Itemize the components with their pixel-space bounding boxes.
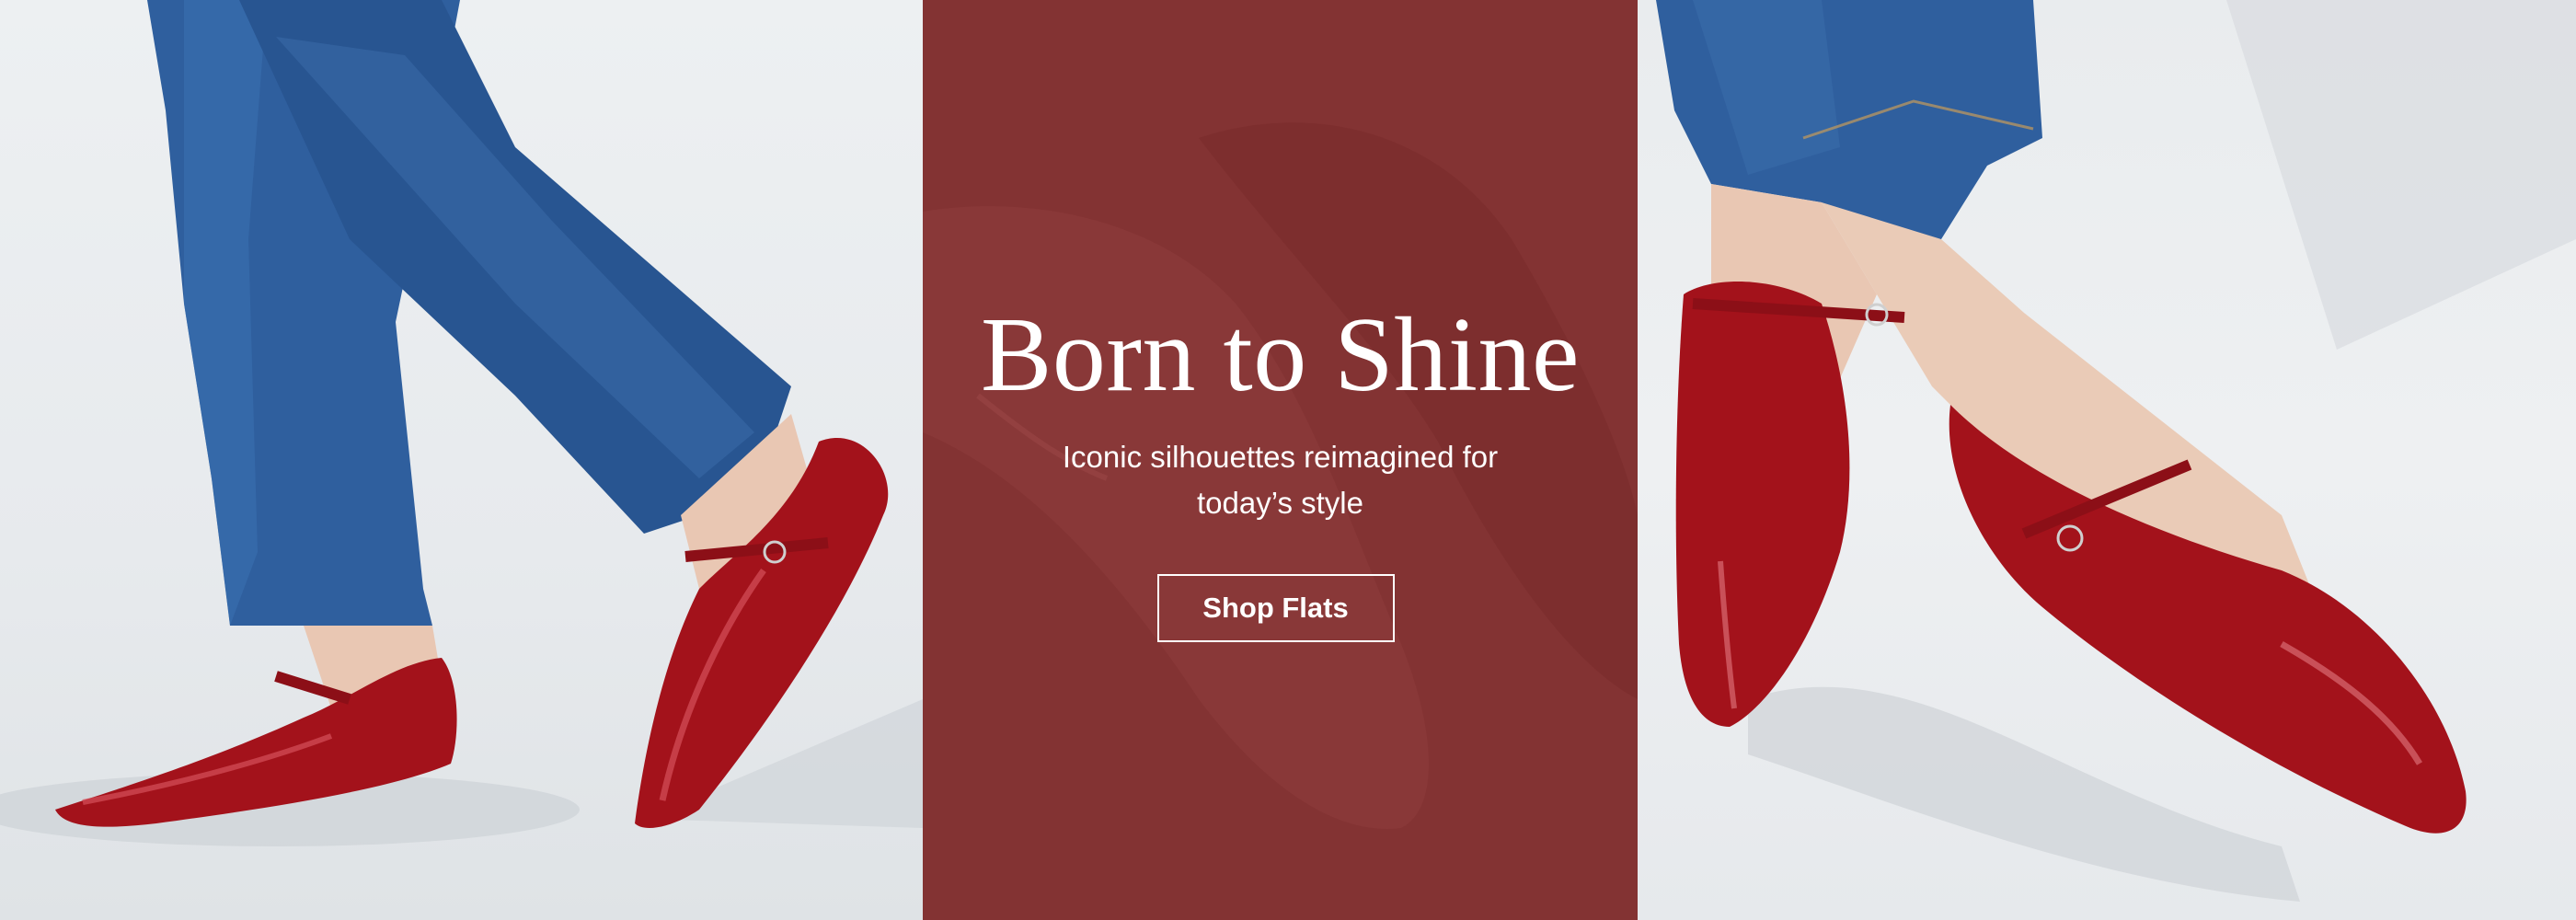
model-feet-red-flats-image [1656, 0, 2576, 902]
shop-flats-button[interactable]: Shop Flats [1156, 574, 1395, 642]
hero-subheadline: Iconic silhouettes reimagined for today’… [1062, 440, 1499, 520]
promo-text-panel: Born to Shine Iconic silhouettes reimagi… [923, 0, 1638, 920]
right-product-photo [1638, 0, 2576, 920]
model-legs-red-flats-image [0, 0, 923, 846]
hero-headline: Born to Shine [981, 296, 1580, 414]
left-product-photo [0, 0, 923, 920]
hero-banner: Born to Shine Iconic silhouettes reimagi… [0, 0, 2576, 920]
